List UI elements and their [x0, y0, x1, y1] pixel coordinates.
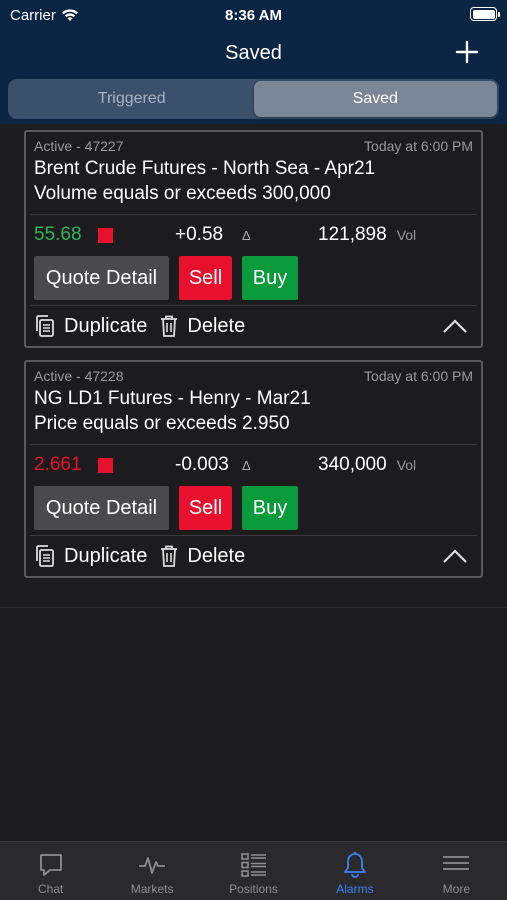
segmented-control: Triggered Saved	[8, 79, 499, 119]
delta-icon: Δ	[242, 227, 251, 243]
price-change: -0.003	[175, 454, 229, 475]
alert-meta: Active - 47227 Today at 6:00 PM	[34, 138, 473, 156]
alert-status: Active - 47228	[34, 368, 124, 384]
instrument-name: NG LD1 Futures - Henry - Mar21	[34, 388, 311, 409]
tab-alarms[interactable]: Alarms	[304, 842, 405, 900]
duplicate-label: Duplicate	[64, 314, 148, 337]
price-indicator-icon	[98, 227, 113, 243]
instrument-name: Brent Crude Futures - North Sea - Apr21	[34, 158, 376, 179]
positions-icon	[240, 853, 266, 877]
trash-icon	[161, 545, 178, 567]
segment-triggered[interactable]: Triggered	[10, 81, 254, 117]
quote-detail-button[interactable]: Quote Detail	[34, 486, 169, 530]
quote-detail-button[interactable]: Quote Detail	[34, 256, 169, 300]
alert-meta: Active - 47228 Today at 6:00 PM	[34, 368, 473, 386]
tab-markets[interactable]: Markets	[101, 842, 202, 900]
duplicate-button[interactable]: Duplicate	[34, 314, 147, 338]
status-bar: Carrier 8:36 AM	[0, 0, 507, 30]
volume-value: 340,000	[318, 454, 387, 475]
sell-button[interactable]: Sell	[179, 256, 232, 300]
last-price: 55.68	[34, 224, 82, 245]
action-buttons: Quote Detail Sell Buy	[34, 256, 473, 300]
chevron-up-icon[interactable]	[441, 316, 469, 336]
duplicate-icon	[36, 315, 54, 337]
alert-list: Active - 47227 Today at 6:00 PM Brent Cr…	[0, 124, 507, 578]
action-buttons: Quote Detail Sell Buy	[34, 486, 473, 530]
page-title: Saved	[225, 41, 282, 64]
menu-icon	[443, 856, 470, 870]
tab-label: Chat	[38, 882, 64, 896]
tab-label: Positions	[229, 882, 278, 896]
price-change: +0.58	[175, 224, 224, 245]
trash-icon	[161, 315, 178, 337]
delete-label: Delete	[187, 544, 246, 567]
tab-label: Alarms	[336, 882, 374, 896]
list-end-divider	[0, 607, 507, 608]
alert-condition: Volume equals or exceeds 300,000	[34, 183, 331, 204]
card-footer: Duplicate Delete	[30, 535, 477, 576]
delete-button[interactable]: Delete	[159, 544, 245, 568]
delta-icon: Δ	[242, 457, 251, 473]
alert-time: Today at 6:00 PM	[364, 368, 473, 384]
chevron-up-icon[interactable]	[441, 546, 469, 566]
duplicate-label: Duplicate	[64, 544, 148, 567]
duplicate-icon	[36, 545, 54, 567]
sell-button[interactable]: Sell	[179, 486, 232, 530]
alert-status: Active - 47227	[34, 138, 124, 154]
add-alert-button[interactable]	[451, 36, 483, 68]
delete-button[interactable]: Delete	[159, 314, 245, 338]
quote-row: 55.68 +0.58 Δ 121,898 Vol	[34, 215, 473, 255]
alert-time: Today at 6:00 PM	[364, 138, 473, 154]
alert-card: Active - 47227 Today at 6:00 PM Brent Cr…	[24, 130, 483, 348]
nav-bar: Saved	[0, 30, 507, 76]
delete-label: Delete	[187, 314, 246, 337]
alert-card: Active - 47228 Today at 6:00 PM NG LD1 F…	[24, 360, 483, 578]
header: Carrier 8:36 AM Saved Triggered Saved	[0, 0, 507, 124]
duplicate-button[interactable]: Duplicate	[34, 544, 147, 568]
tab-more[interactable]: More	[406, 842, 507, 900]
chat-icon	[39, 854, 62, 876]
status-time: 8:36 AM	[225, 6, 282, 24]
tab-bar: Chat Markets Positions Alarms More	[0, 841, 507, 900]
volume-value: 121,898	[318, 224, 387, 245]
markets-icon	[139, 857, 166, 874]
bell-icon	[344, 852, 366, 878]
volume-label: Vol	[396, 227, 417, 243]
price-indicator-icon	[98, 457, 113, 473]
tab-positions[interactable]: Positions	[203, 842, 304, 900]
card-footer: Duplicate Delete	[30, 305, 477, 346]
buy-button[interactable]: Buy	[242, 486, 298, 530]
tab-label: Markets	[130, 882, 174, 896]
volume-label: Vol	[396, 457, 417, 473]
alert-condition: Price equals or exceeds 2.950	[34, 413, 290, 434]
tab-label: More	[442, 882, 470, 896]
tab-chat[interactable]: Chat	[0, 842, 101, 900]
segment-saved[interactable]: Saved	[253, 81, 497, 117]
battery-icon	[470, 7, 500, 21]
last-price: 2.661	[34, 454, 82, 475]
quote-row: 2.661 -0.003 Δ 340,000 Vol	[34, 445, 473, 485]
buy-button[interactable]: Buy	[242, 256, 298, 300]
